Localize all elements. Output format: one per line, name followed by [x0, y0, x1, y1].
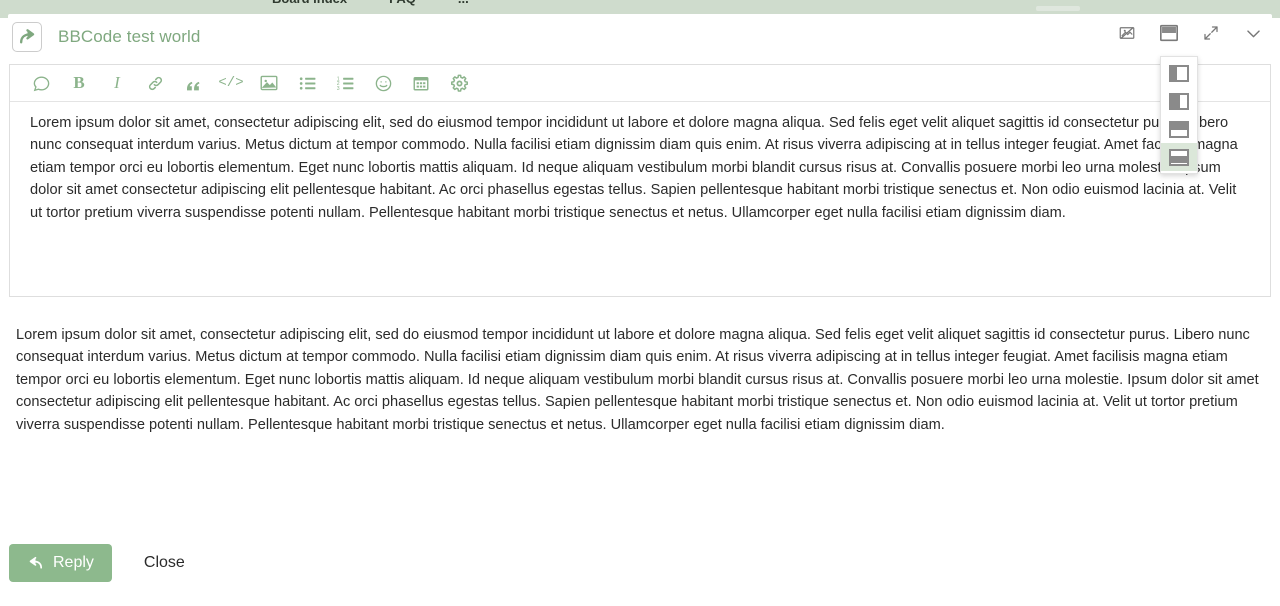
page-title: BBCode test world — [58, 27, 201, 46]
code-icon[interactable]: </> — [212, 68, 250, 98]
close-button[interactable]: Close — [138, 553, 191, 573]
layout-split-right-item[interactable] — [1161, 87, 1197, 115]
expand-fullscreen-icon[interactable] — [1200, 22, 1222, 44]
italic-icon[interactable]: I — [98, 68, 136, 98]
layout-split-icon[interactable] — [1158, 22, 1180, 44]
image-icon[interactable] — [250, 68, 288, 98]
quote-bubble-icon[interactable] — [22, 68, 60, 98]
gear-icon[interactable] — [440, 68, 478, 98]
chevron-down-icon[interactable] — [1242, 22, 1264, 44]
layout-split-left-icon — [1169, 64, 1189, 82]
editor-frame: B I </> 1 2 3 Lorem ipsum dolor sit amet… — [9, 64, 1271, 297]
preview-pane: Lorem ipsum dolor sit amet, consectetur … — [16, 327, 1259, 433]
calendar-icon[interactable] — [402, 68, 440, 98]
layout-stacked-top-icon — [1169, 120, 1189, 138]
layout-split-left-item[interactable] — [1161, 59, 1197, 87]
layout-stacked-bottom-item[interactable] — [1161, 143, 1197, 171]
editor-footer: Reply Close — [8, 538, 1272, 588]
layout-stacked-bottom-icon — [1169, 148, 1189, 166]
layout-stacked-top-item[interactable] — [1161, 115, 1197, 143]
reply-button[interactable]: Reply — [9, 544, 112, 582]
svg-text:3: 3 — [336, 85, 339, 91]
layout-split-right-icon — [1169, 92, 1189, 110]
cut-off-tab-faq[interactable]: FAQ — [389, 0, 416, 6]
editor-header: BBCode test world — [8, 14, 1272, 60]
blockquote-icon[interactable] — [174, 68, 212, 98]
cut-off-tab-more[interactable]: ... — [458, 0, 469, 6]
link-icon[interactable] — [136, 68, 174, 98]
cut-off-nav-tabs: Board index FAQ ... — [0, 0, 1280, 6]
bold-icon[interactable]: B — [60, 68, 98, 98]
editor-textarea[interactable]: Lorem ipsum dolor sit amet, consectetur … — [10, 102, 1270, 234]
share-arrow-icon[interactable] — [12, 22, 42, 52]
emoji-icon[interactable] — [364, 68, 402, 98]
cut-off-tab-board-index[interactable]: Board index — [272, 0, 347, 6]
reply-button-label: Reply — [53, 554, 94, 571]
toggle-preview-icon[interactable] — [1116, 22, 1138, 44]
numbered-list-icon[interactable]: 123 — [326, 68, 364, 98]
header-actions — [1116, 22, 1264, 44]
bullet-list-icon[interactable] — [288, 68, 326, 98]
layout-dropdown-menu — [1160, 56, 1198, 174]
cut-off-search-pill — [1036, 6, 1080, 11]
reply-editor-card: BBCode test world B I </> 1 2 3 Lorem ip… — [8, 14, 1272, 592]
reply-arrow-icon — [27, 555, 44, 572]
editor-toolbar: B I </> 1 2 3 — [10, 65, 1270, 102]
